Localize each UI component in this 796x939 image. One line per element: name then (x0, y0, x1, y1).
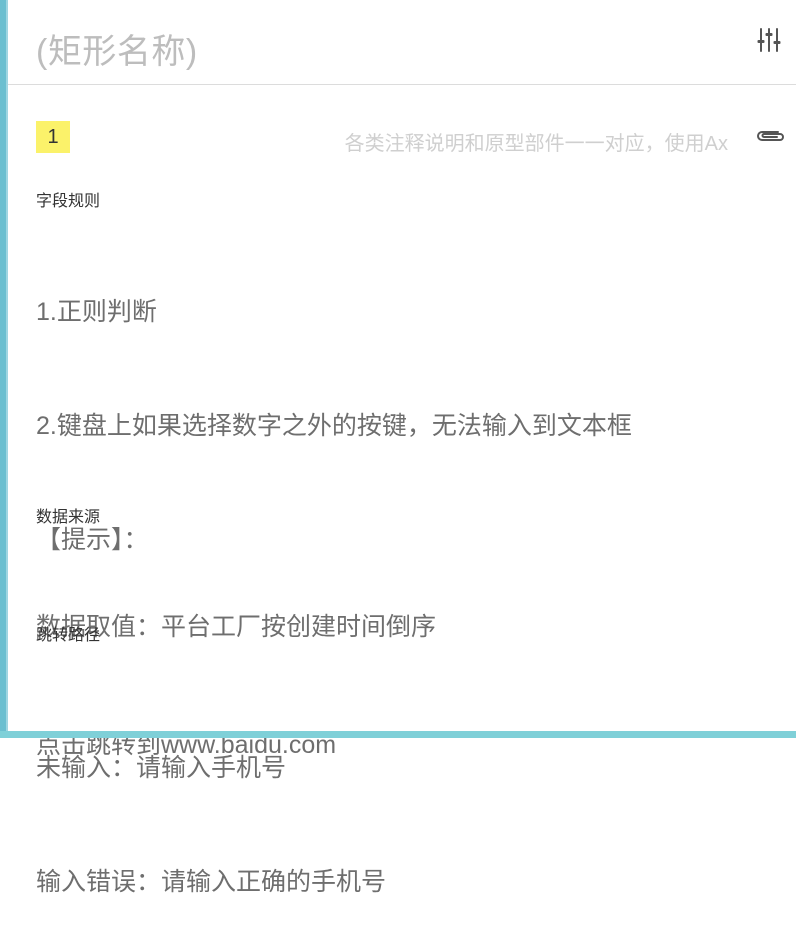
paperclip-icon[interactable] (754, 123, 786, 149)
section-label-data-source: 数据来源 (36, 509, 101, 526)
annotation-number-badge[interactable]: 1 (36, 121, 70, 153)
sliders-icon[interactable] (756, 27, 782, 53)
panel-header: (矩形名称) (8, 0, 796, 85)
section-label-jump-path: 跳转路径 (36, 627, 101, 644)
jump-path-content: 点击跳转到www.baidu.com (36, 650, 336, 802)
field-rules-line: 输入错误：请输入正确的手机号 (36, 868, 387, 896)
field-rules-line: 1.正则判断 (36, 298, 157, 326)
shape-name-title[interactable]: (矩形名称) (36, 24, 198, 73)
annotation-row: 1 各类注释说明和原型部件一一对应，使用Ax (36, 119, 786, 155)
annotation-hint-input[interactable]: 各类注释说明和原型部件一一对应，使用Ax (345, 127, 728, 156)
left-accent-highlight (6, 0, 8, 738)
bottom-accent-bar (0, 731, 796, 738)
section-label-field-rules: 字段规则 (36, 193, 101, 210)
field-rules-line: 2.键盘上如果选择数字之外的按键，无法输入到文本框 (36, 412, 632, 440)
